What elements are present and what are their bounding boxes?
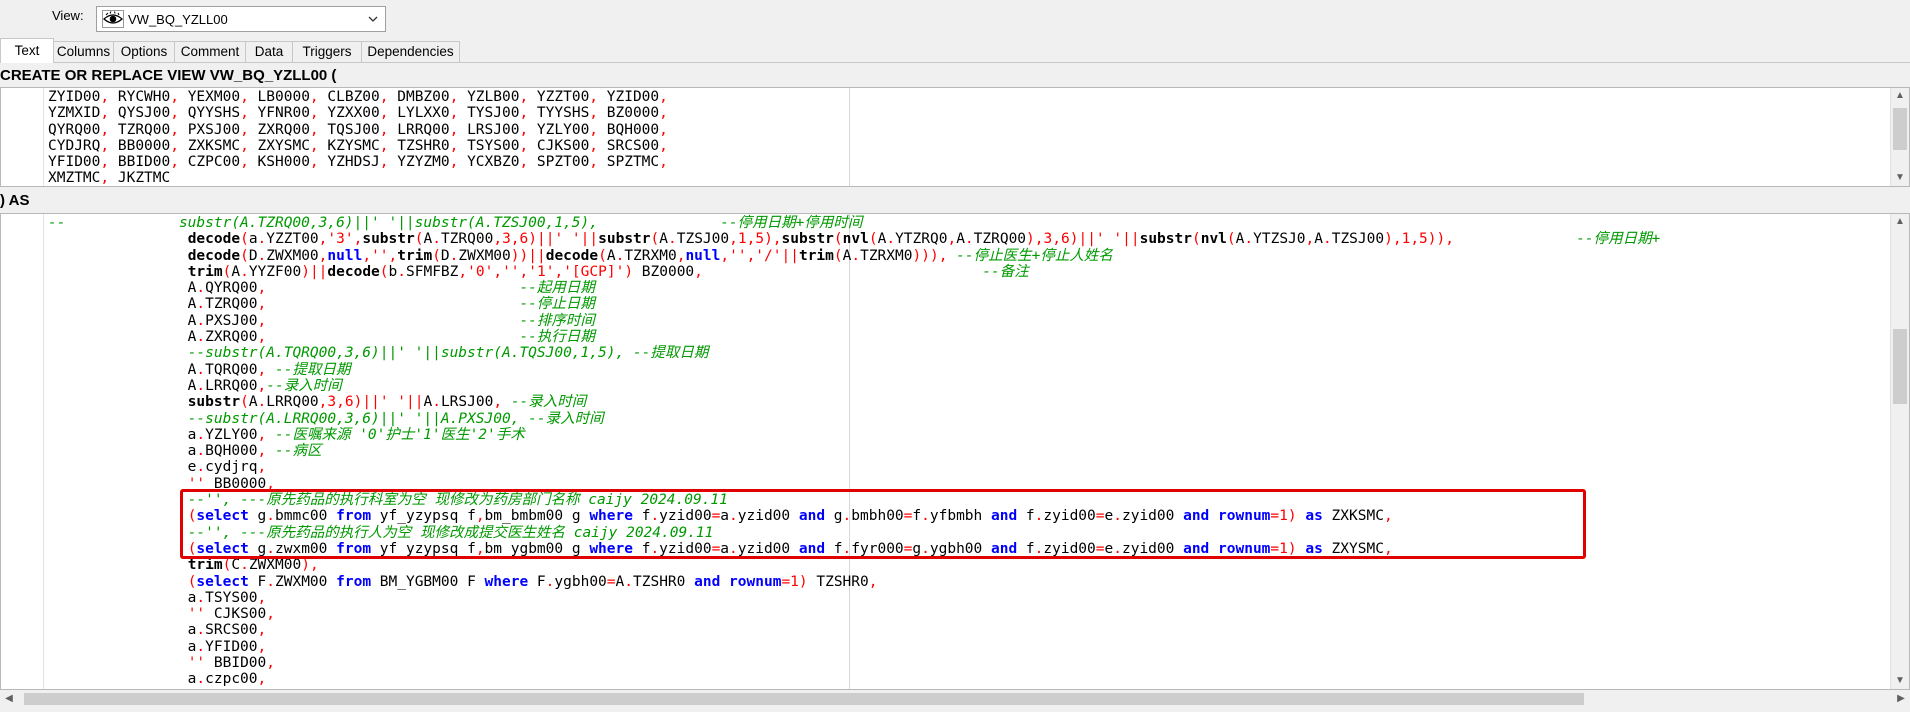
query-editor[interactable]: -- substr(A.TZRQ00,3,6)||' '||substr(A.T… (0, 213, 1910, 690)
code-line[interactable]: A.ZXRQ00, --执行日期 (48, 329, 1660, 345)
code-line[interactable]: trim(C.ZWXM00), (48, 557, 1660, 573)
as-header: ) AS (0, 191, 1910, 211)
code-line[interactable]: --substr(A.TQRQ00,3,6)||' '||substr(A.TQ… (48, 345, 1660, 361)
scroll-down-arrow-icon[interactable]: ▼ (1891, 673, 1909, 689)
code-line[interactable]: ZYID00, RYCWH0, YEXM00, LB0000, CLBZ00, … (48, 89, 668, 105)
tab-dependencies[interactable]: Dependencies (361, 41, 460, 62)
code-line[interactable]: CYDJRQ, BB0000, ZXKSMC, ZXYSMC, KZYSMC, … (48, 138, 668, 154)
columns-scroll-thumb[interactable] (1893, 108, 1907, 150)
query-gutter (1, 214, 44, 689)
columns-code[interactable]: ZYID00, RYCWH0, YEXM00, LB0000, CLBZ00, … (48, 89, 668, 186)
code-line[interactable]: A.TZRQ00, --停止日期 (48, 296, 1660, 312)
code-line[interactable]: A.QYRQ00, --起用日期 (48, 280, 1660, 296)
code-line[interactable]: YFID00, BBID00, CZPC00, KSH000, YZHDSJ, … (48, 154, 668, 170)
tab-comment[interactable]: Comment (174, 41, 246, 62)
code-line[interactable]: QYRQ00, TZRQ00, PXSJ00, ZXRQ00, TQSJ00, … (48, 122, 668, 138)
tab-options[interactable]: Options (113, 41, 175, 62)
code-line[interactable]: a.BQH000, --病区 (48, 443, 1660, 459)
view-selector-row: View: VW_BQ_YZLL00 (0, 0, 1910, 38)
columns-editor[interactable]: ZYID00, RYCWH0, YEXM00, LB0000, CLBZ00, … (0, 87, 1910, 187)
tab-data[interactable]: Data (245, 41, 293, 62)
code-line[interactable]: trim(A.YYZF00)||decode(b.SFMFBZ,'0','','… (48, 264, 1660, 280)
create-view-header: CREATE OR REPLACE VIEW VW_BQ_YZLL00 ( (0, 66, 1910, 86)
scroll-left-arrow-icon[interactable]: ◀ (0, 690, 18, 708)
code-line[interactable]: '' CJKS00, (48, 606, 1660, 622)
scroll-down-arrow-icon[interactable]: ▼ (1891, 170, 1909, 186)
code-line[interactable]: a.YZLY00, --医嘱来源 '0'护士'1'医生'2'手术 (48, 427, 1660, 443)
view-dropdown-value: VW_BQ_YZLL00 (128, 12, 228, 27)
code-line[interactable]: A.TQRQ00, --提取日期 (48, 362, 1660, 378)
code-line[interactable]: e.cydjrq, (48, 459, 1660, 475)
right-margin-line (849, 88, 850, 186)
tab-triggers[interactable]: Triggers (292, 41, 362, 62)
code-line[interactable]: '' BBID00, (48, 655, 1660, 671)
horizontal-scroll-thumb[interactable] (24, 693, 1584, 705)
code-line[interactable]: a.SRCS00, (48, 622, 1660, 638)
query-vertical-scrollbar[interactable]: ▲ ▼ (1890, 214, 1909, 689)
code-line[interactable]: (select F.ZWXM00 from BM_YGBM00 F where … (48, 574, 1660, 590)
scroll-up-arrow-icon[interactable]: ▲ (1891, 88, 1909, 104)
code-line[interactable]: a.YFID00, (48, 639, 1660, 655)
code-line[interactable]: decode(a.YZZT00,'3',substr(A.TZRQ00,3,6)… (48, 231, 1661, 247)
view-label: View: (52, 8, 84, 23)
code-line[interactable]: a.czpc00, (48, 671, 1660, 687)
scroll-right-arrow-icon[interactable]: ▶ (1892, 690, 1910, 708)
code-line[interactable]: a.TSYS00, (48, 590, 1660, 606)
columns-gutter (1, 88, 44, 186)
chevron-down-icon (368, 16, 378, 22)
query-scroll-thumb[interactable] (1893, 329, 1907, 404)
code-line[interactable]: A.LRRQ00,--录入时间 (48, 378, 1660, 394)
code-line[interactable]: --substr(A.LRRQ00,3,6)||' '||A.PXSJ00, -… (48, 411, 1660, 427)
columns-vertical-scrollbar[interactable]: ▲ ▼ (1890, 88, 1909, 186)
code-line[interactable]: -- substr(A.TZRQ00,3,6)||' '||substr(A.T… (48, 215, 1660, 231)
scroll-up-arrow-icon[interactable]: ▲ (1891, 214, 1909, 230)
tab-columns[interactable]: Columns (53, 41, 114, 62)
query-code[interactable]: -- substr(A.TZRQ00,3,6)||' '||substr(A.T… (48, 215, 1661, 689)
code-line[interactable]: YZMXID, QYSJ00, QYYSHS, YFNR00, YZXX00, … (48, 105, 668, 121)
view-dropdown[interactable]: VW_BQ_YZLL00 (96, 6, 386, 32)
code-line[interactable]: decode(D.ZWXM00,null,'',trim(D.ZWXM00))|… (48, 248, 1660, 264)
code-line[interactable]: XMZTMC, JKZTMC (48, 170, 668, 186)
tab-text[interactable]: Text (0, 38, 54, 63)
horizontal-scrollbar[interactable]: ◀ ▶ (0, 690, 1910, 708)
code-line[interactable]: A.PXSJ00, --排序时间 (48, 313, 1660, 329)
code-line[interactable]: substr(A.LRRQ00,3,6)||' '||A.LRSJ00, --录… (48, 394, 1660, 410)
highlight-annotation (180, 489, 1586, 559)
tab-bar: Text Columns Options Comment Data Trigge… (0, 38, 1910, 63)
eye-icon (102, 10, 124, 28)
